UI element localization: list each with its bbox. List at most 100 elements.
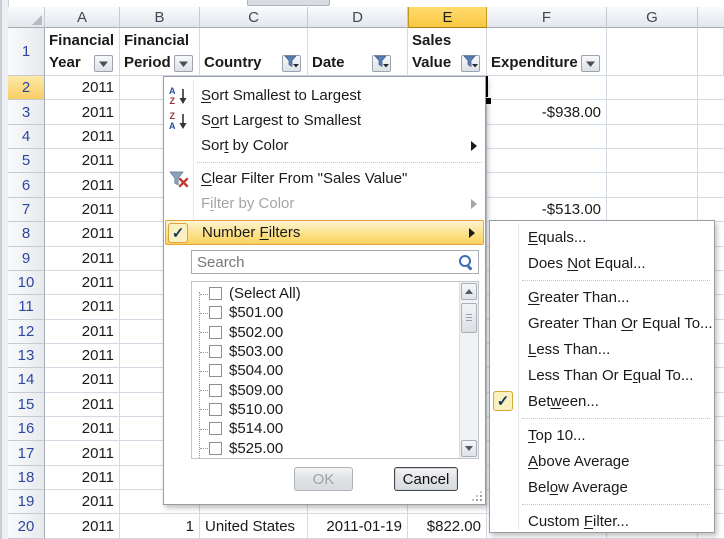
filter-dropdown-button[interactable] — [372, 55, 391, 72]
header-cell[interactable]: Financial Year — [45, 28, 120, 76]
cell-g[interactable] — [607, 100, 698, 124]
cell-f[interactable] — [487, 125, 607, 149]
cell-a[interactable]: 2011 — [45, 271, 120, 295]
number-filter-option[interactable]: Between... — [490, 388, 714, 414]
row-header[interactable]: 14 — [8, 368, 45, 392]
checkbox[interactable] — [209, 442, 222, 455]
search-input[interactable] — [192, 254, 456, 271]
row-header[interactable]: 9 — [8, 247, 45, 271]
filter-dropdown-button[interactable] — [94, 55, 113, 72]
cell-a[interactable]: 2011 — [45, 344, 120, 368]
row-header[interactable]: 16 — [8, 417, 45, 441]
filter-value-item[interactable]: $510.00 — [192, 400, 459, 419]
row-header[interactable]: 11 — [8, 295, 45, 319]
cell-a[interactable]: 2011 — [45, 368, 120, 392]
cell-g[interactable] — [607, 149, 698, 173]
filter-value-item[interactable]: $502.00 — [192, 323, 459, 342]
cell-f[interactable] — [487, 76, 607, 100]
cell-h[interactable] — [698, 125, 724, 149]
row-header[interactable]: 7 — [8, 198, 45, 222]
scrollbar-thumb[interactable] — [461, 303, 477, 333]
cell-f[interactable]: -$513.00 — [487, 198, 607, 222]
cell-a[interactable]: 2011 — [45, 173, 120, 197]
cell-f[interactable]: -$938.00 — [487, 100, 607, 124]
checkbox[interactable] — [209, 345, 222, 358]
checkbox[interactable] — [209, 306, 222, 319]
cell-h[interactable] — [698, 100, 724, 124]
cell-h[interactable] — [698, 149, 724, 173]
cell-a[interactable]: 2011 — [45, 320, 120, 344]
header-cell[interactable]: Expenditure — [487, 28, 607, 76]
filter-value-item[interactable]: $525.00 — [192, 438, 459, 457]
header-cell[interactable]: Sales Value — [408, 28, 487, 76]
row-header[interactable]: 20 — [8, 514, 45, 538]
cell-c[interactable]: United States — [200, 514, 308, 538]
number-filter-option[interactable]: Less Than... — [490, 336, 714, 362]
row-header[interactable]: 15 — [8, 393, 45, 417]
cell-f[interactable] — [487, 173, 607, 197]
column-header[interactable]: G — [607, 7, 698, 28]
filter-dropdown-button[interactable] — [461, 55, 480, 72]
cell-a[interactable]: 2011 — [45, 125, 120, 149]
row-header[interactable]: 10 — [8, 271, 45, 295]
cell-b[interactable]: 1 — [120, 514, 200, 538]
cell-d[interactable]: 2011-01-19 — [308, 514, 408, 538]
cell-a[interactable]: 2011 — [45, 247, 120, 271]
number-filter-option[interactable]: Top 10... — [490, 422, 714, 448]
row-header[interactable]: 12 — [8, 320, 45, 344]
number-filter-option[interactable]: Below Average — [490, 474, 714, 500]
column-header[interactable]: D — [308, 7, 408, 28]
column-header[interactable]: A — [45, 7, 120, 28]
cell-h[interactable] — [698, 76, 724, 100]
scroll-down-button[interactable] — [461, 440, 477, 457]
checkbox[interactable] — [209, 403, 222, 416]
row-header[interactable]: 18 — [8, 466, 45, 490]
filter-dropdown-button[interactable] — [174, 55, 193, 72]
cell-a[interactable]: 2011 — [45, 417, 120, 441]
cell-f[interactable] — [487, 149, 607, 173]
filter-menu-item[interactable]: AZ Sort Smallest to Largest — [164, 83, 485, 108]
row-header[interactable]: 5 — [8, 149, 45, 173]
number-filter-option[interactable]: Above Average — [490, 448, 714, 474]
checkbox[interactable] — [209, 364, 222, 377]
row-header[interactable]: 19 — [8, 490, 45, 514]
cell-a[interactable]: 2011 — [45, 514, 120, 538]
filter-dropdown-button[interactable] — [282, 55, 301, 72]
header-cell[interactable]: Country — [200, 28, 308, 76]
row-header[interactable]: 4 — [8, 125, 45, 149]
row-header[interactable]: 2 — [8, 76, 45, 100]
filter-menu-item[interactable]: Sort by Color — [164, 133, 485, 158]
number-filter-option[interactable]: Equals... — [490, 224, 714, 250]
checkbox[interactable] — [209, 287, 222, 300]
checkbox[interactable] — [209, 422, 222, 435]
header-cell[interactable]: Financial Period — [120, 28, 200, 76]
cell-g[interactable] — [607, 125, 698, 149]
filter-value-item[interactable]: $514.00 — [192, 419, 459, 438]
number-filter-option[interactable]: Greater Than Or Equal To... — [490, 310, 714, 336]
cell-a[interactable]: 2011 — [45, 466, 120, 490]
search-icon[interactable] — [456, 252, 476, 272]
cell-g[interactable] — [607, 198, 698, 222]
row-header[interactable]: 17 — [8, 441, 45, 465]
cell-h[interactable] — [698, 173, 724, 197]
number-filter-option[interactable]: Greater Than... — [490, 284, 714, 310]
cell-a[interactable]: 2011 — [45, 100, 120, 124]
row-header[interactable]: 13 — [8, 344, 45, 368]
cancel-button[interactable]: Cancel — [394, 467, 458, 491]
cell-a[interactable]: 2011 — [45, 198, 120, 222]
list-scrollbar[interactable] — [459, 282, 478, 458]
filter-value-item[interactable]: $504.00 — [192, 361, 459, 380]
cell-e[interactable]: $822.00 — [408, 514, 487, 538]
checkbox[interactable] — [209, 326, 222, 339]
row-header[interactable]: 1 — [8, 28, 45, 76]
filter-menu-item[interactable]: ZA Sort Largest to Smallest — [164, 108, 485, 133]
number-filter-option[interactable]: Custom Filter... — [490, 508, 714, 534]
row-header[interactable]: 3 — [8, 100, 45, 124]
cell-a[interactable]: 2011 — [45, 76, 120, 100]
column-header[interactable]: C — [200, 7, 308, 28]
header-cell[interactable]: Date — [308, 28, 408, 76]
column-header[interactable]: F — [487, 7, 607, 28]
select-all-corner[interactable] — [8, 7, 45, 28]
column-header[interactable] — [698, 7, 724, 28]
filter-value-item[interactable]: $503.00 — [192, 342, 459, 361]
